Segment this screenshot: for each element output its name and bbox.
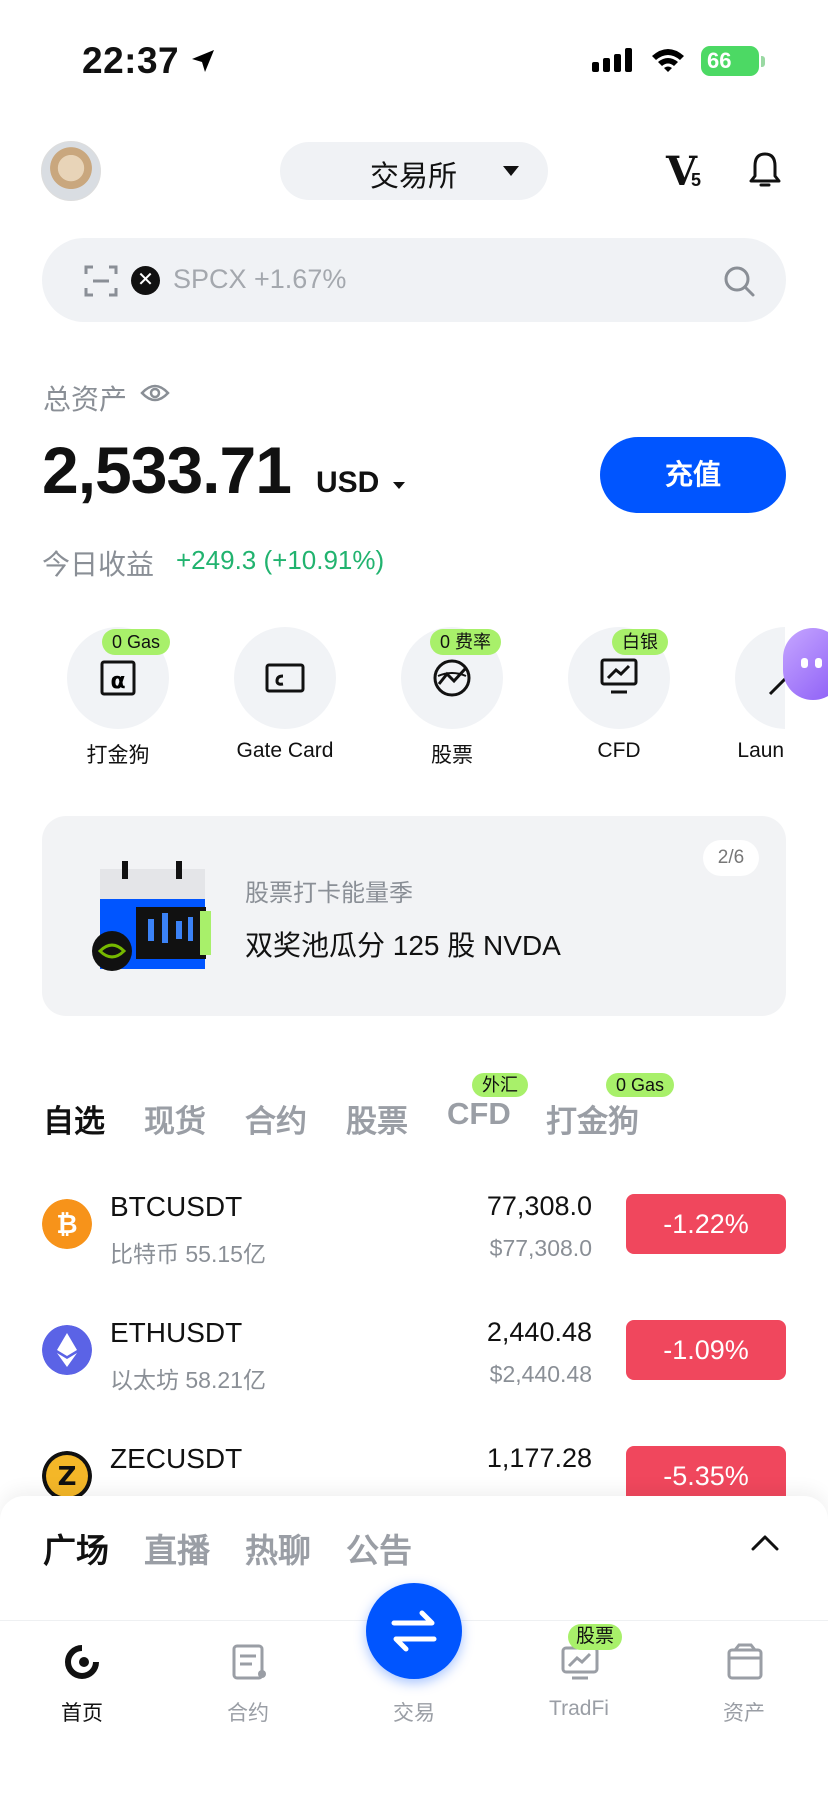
- banner-subtitle: 股票打卡能量季: [245, 880, 413, 907]
- tab-badge: 外汇: [472, 1073, 528, 1097]
- scan-icon[interactable]: [84, 264, 118, 298]
- search-input[interactable]: SPCX +1.67%: [173, 264, 346, 295]
- deposit-button[interactable]: 充值: [600, 437, 786, 513]
- launch-icon: [768, 676, 785, 696]
- status-time: 22:37: [82, 40, 180, 81]
- quick-action-label: Launc: [737, 739, 785, 760]
- tab-dajingou[interactable]: 打金狗: [546, 1096, 639, 1141]
- svg-text:₿: ₿: [56, 1210, 77, 1240]
- caret-down-icon: [503, 166, 519, 176]
- nav-label-tradfi[interactable]: TradFi: [519, 1697, 639, 1721]
- battery-cap: [761, 56, 765, 67]
- currency-selector[interactable]: USD: [316, 466, 379, 500]
- total-assets-label: 总资产: [43, 384, 128, 415]
- today-pnl-value: +249.3 (+10.91%): [176, 545, 385, 575]
- contract-icon[interactable]: [230, 1642, 270, 1682]
- location-arrow-icon: [192, 50, 214, 72]
- tab-spot[interactable]: 现货: [144, 1096, 206, 1141]
- btc-icon: ₿: [42, 1199, 92, 1249]
- nav-label-assets[interactable]: 资产: [684, 1697, 804, 1727]
- battery-indicator: 66: [701, 46, 759, 76]
- tab-futures[interactable]: 合约: [245, 1096, 307, 1141]
- change-badge[interactable]: -1.09%: [626, 1320, 786, 1380]
- tab-cfd[interactable]: CFD: [447, 1096, 511, 1132]
- tab-stocks[interactable]: 股票: [346, 1096, 408, 1141]
- bell-icon[interactable]: [747, 150, 783, 190]
- calendar-chart-icon: [92, 861, 211, 971]
- nav-label-trade[interactable]: 交易: [354, 1697, 474, 1727]
- sheet-tab-live[interactable]: 直播: [144, 1524, 210, 1572]
- spcx-token-icon: ✕: [131, 266, 160, 295]
- price-usd: $77,308.0: [489, 1235, 592, 1261]
- nav-badge: 股票: [568, 1624, 623, 1650]
- cellular-signal-icon: [592, 48, 632, 72]
- assistant-bot-button[interactable]: [783, 628, 828, 700]
- pair-subtitle: 比特币 55.15亿: [110, 1241, 266, 1267]
- change-badge[interactable]: -1.22%: [626, 1194, 786, 1254]
- svg-text:Z: Z: [58, 1462, 77, 1492]
- price-usd: $2,440.48: [489, 1361, 592, 1387]
- tab-badge: 0 Gas: [606, 1073, 675, 1097]
- exchange-label: 交易所: [370, 161, 458, 193]
- quick-actions-clip: Launc: [0, 620, 785, 760]
- home-icon[interactable]: [62, 1642, 102, 1682]
- sheet-tab-hot-chat[interactable]: 热聊: [245, 1524, 311, 1572]
- pair-name: ETHUSDT: [110, 1317, 243, 1348]
- pair-name: ZECUSDT: [110, 1443, 243, 1474]
- nav-label-home[interactable]: 首页: [22, 1697, 142, 1727]
- vip-level: 5: [691, 170, 702, 190]
- total-balance: 2,533.71: [42, 433, 292, 507]
- last-price: 2,440.48: [486, 1317, 592, 1347]
- search-icon[interactable]: [722, 264, 756, 298]
- chevron-up-icon[interactable]: [750, 1532, 780, 1552]
- pair-subtitle: 以太坊 58.21亿: [110, 1367, 266, 1393]
- wallet-icon[interactable]: [725, 1642, 765, 1682]
- banner-title: 双奖池瓜分 125 股 NVDA: [245, 930, 561, 961]
- today-pnl-label: 今日收益: [42, 549, 155, 580]
- avatar[interactable]: [41, 141, 101, 201]
- eye-icon[interactable]: [140, 382, 170, 404]
- wifi-icon: [652, 49, 684, 72]
- nav-label-contract[interactable]: 合约: [188, 1697, 308, 1727]
- last-price: 1,177.28: [486, 1443, 592, 1473]
- tab-favorites[interactable]: 自选: [43, 1096, 105, 1141]
- zec-icon: Z: [42, 1451, 92, 1501]
- sheet-tab-square[interactable]: 广场: [43, 1524, 109, 1572]
- sheet-tab-announcements[interactable]: 公告: [346, 1524, 412, 1572]
- banner-pager: 2/6: [703, 840, 759, 876]
- swap-arrows-icon: [391, 1610, 437, 1652]
- last-price: 77,308.0: [486, 1191, 592, 1221]
- caret-down-icon: [393, 482, 405, 489]
- eth-icon: [42, 1325, 92, 1375]
- pair-name: BTCUSDT: [110, 1191, 243, 1222]
